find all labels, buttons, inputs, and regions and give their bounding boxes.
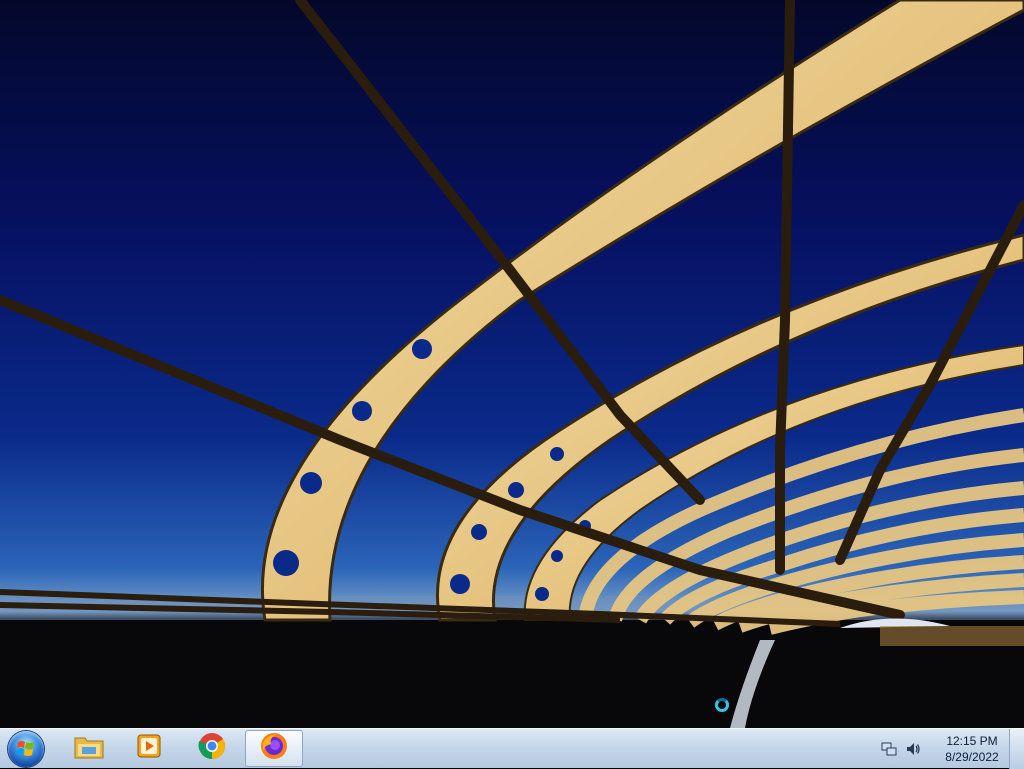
taskbar-windows-media-player[interactable] <box>120 730 178 767</box>
network-icon[interactable] <box>880 740 898 758</box>
bridge-wallpaper <box>0 0 1024 728</box>
taskbar-windows-explorer[interactable] <box>60 730 118 767</box>
windows-start-orb-icon <box>8 731 44 767</box>
clock-time: 12:15 PM <box>946 734 998 748</box>
show-desktop-button[interactable] <box>1009 729 1024 769</box>
volume-icon[interactable] <box>904 740 922 758</box>
clock[interactable]: 12:15 PM 8/29/2022 <box>936 733 1008 765</box>
desktop[interactable] <box>0 0 1024 728</box>
system-tray: 12:15 PM 8/29/2022 <box>880 729 1008 769</box>
taskbar-google-chrome[interactable] <box>183 730 241 767</box>
clock-date: 8/29/2022 <box>945 750 999 764</box>
media-player-icon <box>135 732 163 765</box>
taskbar-firefox[interactable] <box>245 730 303 767</box>
taskbar: 12:15 PM 8/29/2022 <box>0 728 1024 769</box>
firefox-icon <box>259 731 289 766</box>
chrome-icon <box>197 731 227 766</box>
folder-icon <box>73 732 105 765</box>
busy-cursor-icon <box>715 698 729 712</box>
start-button[interactable] <box>4 730 48 768</box>
